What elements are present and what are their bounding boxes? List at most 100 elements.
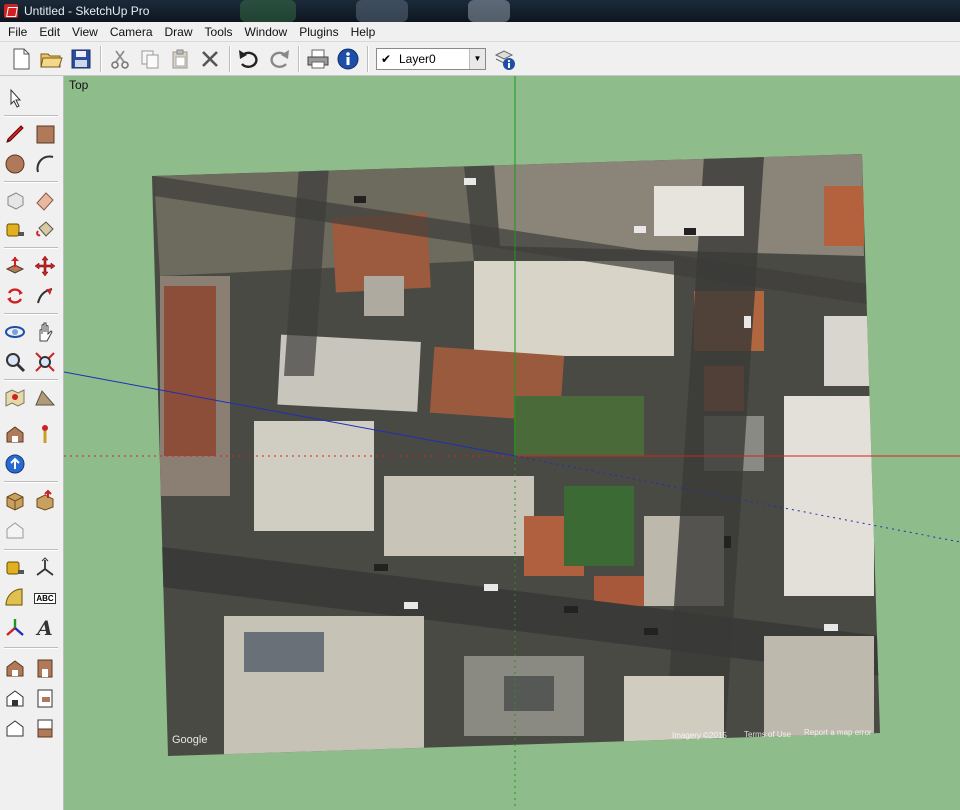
rectangle-tool[interactable] xyxy=(31,120,59,148)
left-view-tool[interactable] xyxy=(31,714,59,742)
circle-tool[interactable] xyxy=(1,150,29,178)
position-camera-tool[interactable] xyxy=(31,420,59,448)
layer-manager-button[interactable] xyxy=(490,44,520,74)
title-bar: Untitled - SketchUp Pro xyxy=(0,0,960,22)
info-icon xyxy=(337,48,359,69)
layer-dropdown[interactable]: ✔ Layer0 ▼ xyxy=(376,47,486,70)
open-file-button[interactable] xyxy=(36,44,66,74)
section-plane-tool[interactable] xyxy=(1,516,29,544)
layer-dropdown-value: Layer0 xyxy=(399,51,436,66)
tape-measure-icon xyxy=(6,223,24,237)
print-button[interactable] xyxy=(303,44,333,74)
zoom-tool[interactable] xyxy=(1,348,29,376)
add-location-tool[interactable] xyxy=(1,384,29,412)
iso-view-tool[interactable] xyxy=(1,654,29,682)
arc-icon xyxy=(36,155,54,173)
top-view-tool[interactable] xyxy=(31,654,59,682)
house-outline-icon xyxy=(6,522,24,539)
side-house-icon xyxy=(37,659,53,678)
paint-bucket-icon xyxy=(36,221,54,237)
add-location-icon xyxy=(5,389,25,407)
new-file-button[interactable] xyxy=(6,44,36,74)
make-group-tool[interactable] xyxy=(1,486,29,514)
axes-icon xyxy=(36,557,54,576)
orbit-tool[interactable] xyxy=(1,318,29,346)
chevron-down-icon[interactable]: ▼ xyxy=(469,48,485,69)
erase-button[interactable] xyxy=(195,44,225,74)
undo-button[interactable] xyxy=(234,44,264,74)
make-component-tool[interactable] xyxy=(1,186,29,214)
box-icon xyxy=(6,492,24,511)
back-view-tool[interactable] xyxy=(1,714,29,742)
globe-upload-icon xyxy=(5,454,25,474)
palette-separator xyxy=(4,115,58,116)
follow-me-icon xyxy=(37,288,53,304)
paste-clipboard-icon xyxy=(172,49,188,68)
rotate-icon xyxy=(7,288,23,304)
warehouse-icon xyxy=(6,426,24,443)
redo-button[interactable] xyxy=(264,44,294,74)
dimension-tool[interactable] xyxy=(1,554,29,582)
box-arrow-icon xyxy=(36,489,54,511)
rotate-tool[interactable] xyxy=(1,282,29,310)
menu-tools[interactable]: Tools xyxy=(199,22,239,42)
taskbar-thumb-decoration xyxy=(240,0,296,22)
new-file-icon xyxy=(13,48,30,69)
model-axes xyxy=(64,76,960,810)
pan-tool[interactable] xyxy=(31,318,59,346)
menu-file[interactable]: File xyxy=(2,22,33,42)
menu-draw[interactable]: Draw xyxy=(159,22,199,42)
front-view-tool[interactable] xyxy=(1,684,29,712)
eraser-tool[interactable] xyxy=(31,186,59,214)
redo-arrow-icon xyxy=(270,49,289,68)
push-pull-tool[interactable] xyxy=(1,252,29,280)
front-house-icon xyxy=(6,690,24,707)
toolbar-separator xyxy=(229,45,230,72)
right-view-tool[interactable] xyxy=(31,684,59,712)
axes-tool[interactable] xyxy=(31,554,59,582)
follow-me-tool[interactable] xyxy=(31,282,59,310)
arc-tool[interactable] xyxy=(31,150,59,178)
menu-window[interactable]: Window xyxy=(239,22,294,42)
terrain-fold-icon xyxy=(35,390,56,406)
line-tool[interactable] xyxy=(1,120,29,148)
window-title: Untitled - SketchUp Pro xyxy=(24,4,150,18)
taskbar-thumb-decoration xyxy=(468,0,510,22)
sketchup-logo-icon xyxy=(4,4,18,18)
save-button[interactable] xyxy=(66,44,96,74)
model-info-button[interactable] xyxy=(333,44,363,74)
model-viewport[interactable]: Google Imagery ©2015 Terms of Use Report… xyxy=(64,76,960,810)
layers-info-icon xyxy=(494,49,515,70)
component-cube-icon xyxy=(7,192,24,210)
tape-measure-tool[interactable] xyxy=(1,216,29,244)
person-marker-icon xyxy=(42,425,48,443)
back-house-icon xyxy=(6,720,24,737)
delete-x-icon xyxy=(202,50,218,67)
axes-move-tool[interactable] xyxy=(1,614,29,642)
menu-view[interactable]: View xyxy=(66,22,104,42)
protractor-tool[interactable] xyxy=(1,584,29,612)
zoom-extents-tool[interactable] xyxy=(31,348,59,376)
paste-button[interactable] xyxy=(165,44,195,74)
copy-icon xyxy=(141,50,159,68)
move-tool[interactable] xyxy=(31,252,59,280)
select-tool[interactable] xyxy=(1,84,29,112)
share-model-tool[interactable] xyxy=(1,450,29,478)
layer-visible-check: ✔ xyxy=(380,51,392,66)
menu-plugins[interactable]: Plugins xyxy=(293,22,344,42)
text-tool[interactable]: ABC xyxy=(31,584,59,612)
menu-help[interactable]: Help xyxy=(345,22,382,42)
menu-edit[interactable]: Edit xyxy=(33,22,66,42)
axes-color-icon xyxy=(6,619,24,636)
3d-text-label: A xyxy=(37,616,53,640)
cut-button[interactable] xyxy=(105,44,135,74)
get-models-tool[interactable] xyxy=(1,420,29,448)
explode-tool[interactable] xyxy=(31,486,59,514)
paint-bucket-tool[interactable] xyxy=(31,216,59,244)
standard-toolbar: ✔ Layer0 ▼ xyxy=(0,42,960,76)
orbit-icon xyxy=(5,326,25,338)
3d-text-tool[interactable]: A xyxy=(31,614,59,642)
photo-textures-tool[interactable] xyxy=(31,384,59,412)
menu-camera[interactable]: Camera xyxy=(104,22,159,42)
copy-button[interactable] xyxy=(135,44,165,74)
